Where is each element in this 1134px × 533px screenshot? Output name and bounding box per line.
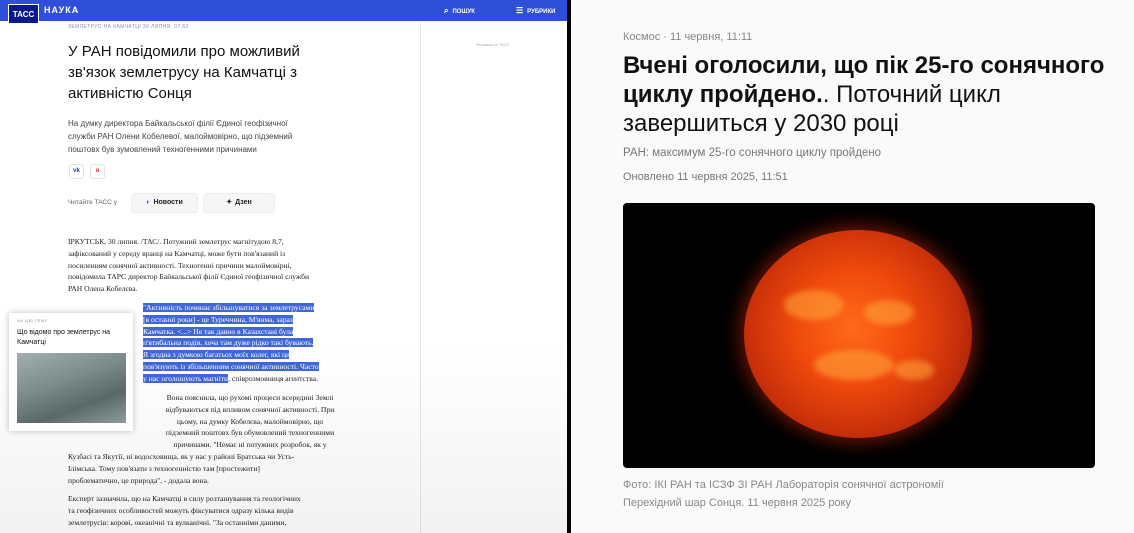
updated-timestamp: Оновлено 11 червня 2025, 11:51 [623,171,788,183]
highlighted-quote: "Активність починає збільшуватися за зем… [143,302,358,385]
text-line: ІРКУТСЬК, 30 липня. /ТАС/. Потужний земл… [68,237,284,246]
column-divider [420,22,421,533]
title-line: У РАН повідомили про можливий [68,43,300,60]
card-kicker: НА ЦЮ ТЕМУ [17,318,48,323]
news-button[interactable]: ◐ Новости [131,193,198,213]
rubrics-button[interactable]: ☰ РУБРИКИ [516,6,555,15]
text-line: Кузбасі та Якутії, ні водосховища, як у … [68,452,295,461]
news-label: Новости [153,199,183,206]
photo-credit: Фото: ІКІ РАН та ІСЗФ ЗІ РАН Лабораторія… [623,479,944,491]
text-line: причинами. "Немає ні потужних розробок, … [173,440,327,450]
paragraph-3: Вона пояснила, що рухомі процеси всереди… [145,392,355,451]
read-tass-label: Читайте ТАСС у [68,199,117,206]
split-screen: ТАСС НАУКА ⌕ ПОШУК ☰ РУБРИКИ ЗЕМЛЕТРУС НА … [0,0,1134,533]
text-line: відбуваються під впливом сонячної активн… [165,404,335,414]
ad-label: Реклама на ТАСС [476,42,510,47]
breadcrumb[interactable]: ЗЕМЛЕТРУС НА КАМЧАТЦІ 30 ЛИПНЯ, 07:52 [68,24,189,30]
text-line: Ілімська. Тому пов'язати з техногенністю… [68,463,260,473]
dzen-label: Дзен [235,199,252,206]
paragraph-3-cont: Кузбасі та Якутії, ні водосховища, як у … [68,451,358,486]
text-line: проблематично, це природа", - додала вон… [68,475,209,485]
dzen-icon: ✦ [226,199,233,206]
selected-text: "Активність починає збільшуватися за зем… [143,303,315,312]
vk-share-button[interactable]: vk [69,164,84,179]
dzen-button[interactable]: ✦ Дзен [203,193,275,213]
news-icon: ◐ [146,199,151,206]
tass-article-panel: ТАСС НАУКА ⌕ ПОШУК ☰ РУБРИКИ ЗЕМЛЕТРУС НА … [0,0,567,533]
selected-text: Я згодна з думкою багатьох моїх колег, я… [143,350,290,360]
article-title: У РАН повідомили про можливий зв'язок зе… [68,41,368,104]
article-subtitle: РАН: максимум 25-го сонячного циклу прой… [623,147,882,159]
selected-text: пов'язують із збільшенням сонячної актив… [143,361,319,371]
top-navigation-bar: ТАСС НАУКА ⌕ ПОШУК ☰ РУБРИКИ [0,0,567,24]
tass-logo[interactable]: ТАСС [8,4,39,24]
lead-line: На думку директора Байкальської філії Єд… [68,119,288,128]
search-label: ПОШУК [452,9,475,15]
quote-tail: , співрозмовниця агентства. [228,373,318,383]
article-meta: Космос · 11 червня, 11:11 [623,31,753,43]
title-line: зв'язок землетрусу на Камчатці з [68,64,297,81]
article-lead: На думку директора Байкальської філії Єд… [68,117,348,156]
text-line: повідомила ТАРС директор Байкальської фі… [68,272,310,282]
selected-text: п'ятибальна подія, хоча там дуже рідко т… [143,338,314,348]
photo-caption: Перехідний шар Сонця. 11 червня 2025 рок… [623,497,851,509]
title-line: активністю Сонця [68,85,192,102]
menu-icon: ☰ [516,6,524,15]
text-line: посиленням сонячної активності. Техноген… [68,260,292,270]
card-image[interactable] [17,353,126,423]
selected-text: у нас оголошують магніти [143,373,229,383]
paragraph-4: Експерт зазначила, що на Камчатці в силу… [68,493,368,528]
text-line: цьому, на думку Кобелєва, малоймовірно, … [176,416,324,426]
search-button[interactable]: ⌕ ПОШУК [444,6,475,16]
lead-line: служби РАН Олени Кобелевої, малоймовірно… [68,132,293,141]
sun-image [744,230,972,438]
related-card[interactable]: НА ЦЮ ТЕМУ Що відомо про землетрус на Ка… [9,313,133,431]
text-line: Вона пояснила, що рухомі процеси всереди… [166,393,334,402]
selected-text: Камчатка. <...> Не так давно в Казахстан… [143,326,294,336]
ya-share-button[interactable]: я [90,164,105,179]
text-line: та геофізичних особливостей можуть фіксу… [68,505,294,515]
text-line: підземний поштовх був обумовлений техног… [165,428,335,438]
paragraph-1: ІРКУТСЬК, 30 липня. /ТАС/. Потужний земл… [68,236,368,295]
text-line: землетрусів: корові, океанічні та вулкан… [68,517,287,527]
text-line: РАН Олена Кобелєва. [68,284,138,294]
lead-line: поштовх був зумовлений техногенними прич… [68,145,257,154]
card-title[interactable]: Що відомо про землетрус на Камчатці [17,328,127,348]
text-line: зафіксований у середу вранці на Камчатці… [68,248,286,258]
sun-photo [623,203,1095,468]
science-article-panel: Космос · 11 червня, 11:11 Вчені оголосил… [571,0,1134,533]
section-title[interactable]: НАУКА [44,5,79,15]
rubrics-label: РУБРИКИ [527,9,556,15]
text-line: Експерт зазначила, що на Камчатці в силу… [68,494,301,503]
article-headline: Вчені оголосили, що пік 25-го сонячного … [623,51,1113,138]
selected-text: [в останні роки] - це Туреччина, М'янма,… [143,314,293,324]
search-icon: ⌕ [444,6,449,15]
